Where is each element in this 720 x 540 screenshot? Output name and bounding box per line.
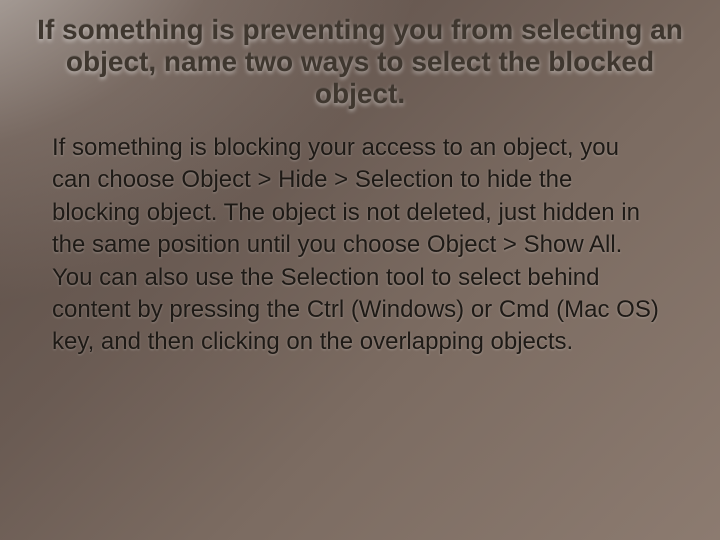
slide-body-text: If something is blocking your access to … <box>52 132 660 359</box>
slide: If something is preventing you from sele… <box>0 0 720 540</box>
slide-title: If something is preventing you from sele… <box>32 14 688 111</box>
